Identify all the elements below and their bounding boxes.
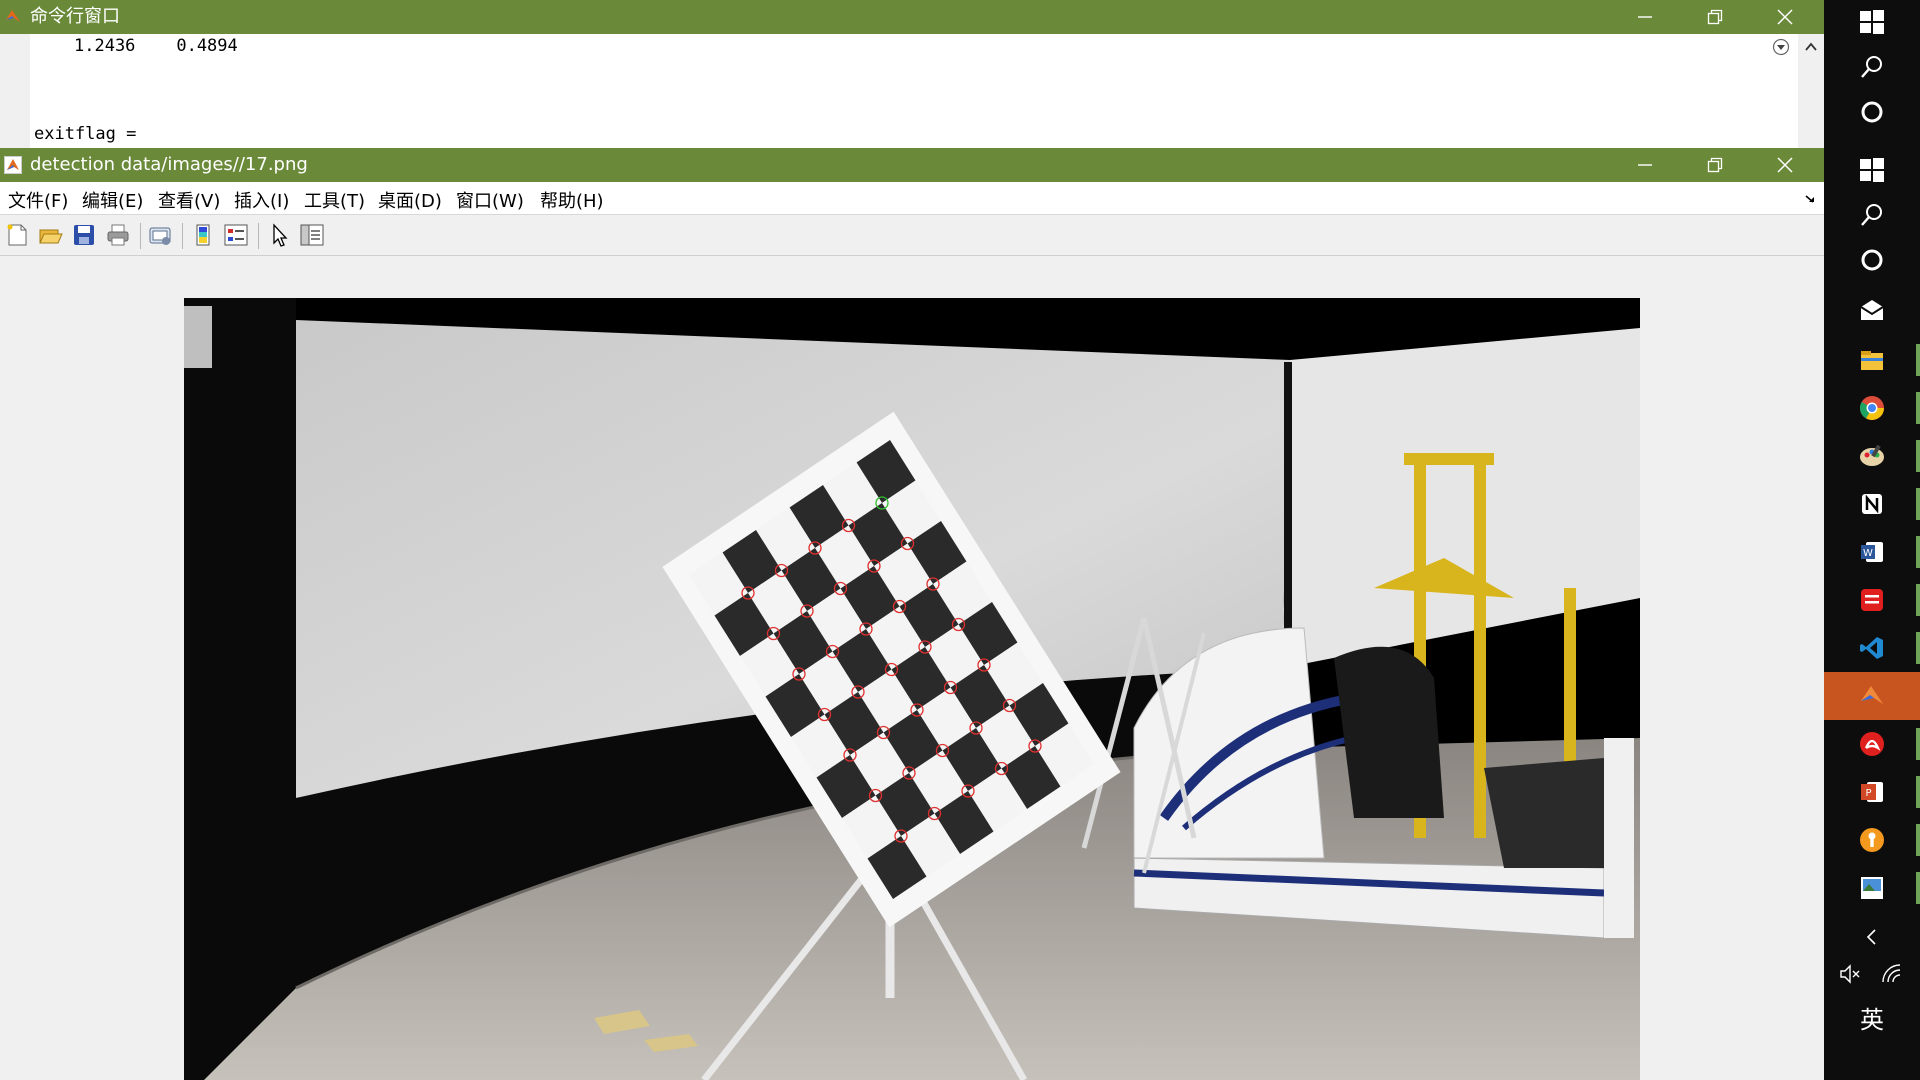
- image-viewer-icon[interactable]: [1858, 874, 1886, 902]
- chrome-icon[interactable]: [1858, 394, 1886, 422]
- powerpoint-icon[interactable]: P: [1858, 778, 1886, 806]
- menu-desktop[interactable]: 桌面(D): [378, 187, 442, 213]
- save-icon: [74, 225, 94, 245]
- command-window: 命令行窗口 1.2436 0.4894 exitflag =: [0, 0, 1824, 148]
- running-indicator: [1916, 776, 1920, 808]
- windows-taskbar: W P 英: [1824, 0, 1920, 1080]
- minimize-button[interactable]: [1610, 0, 1680, 34]
- wifi-icon[interactable]: [1880, 962, 1904, 986]
- output-line-exitflag: exitflag =: [34, 124, 137, 144]
- running-indicator: [1916, 488, 1920, 520]
- property-inspector-icon: [300, 224, 324, 246]
- search-icon[interactable]: [1858, 53, 1886, 81]
- toolbar-separator: [182, 223, 183, 249]
- figure-window-title: detection data/images//17.png: [30, 154, 308, 175]
- svg-text:P: P: [1865, 788, 1871, 799]
- command-window-titlebar[interactable]: 命令行窗口: [0, 0, 1824, 34]
- new-figure-button[interactable]: [4, 222, 30, 248]
- toolbar-separator: [140, 223, 141, 249]
- search-icon-secondary[interactable]: [1858, 201, 1886, 229]
- matlab-task-icon[interactable]: [1858, 682, 1886, 710]
- dock-arrow-icon[interactable]: [1804, 194, 1816, 204]
- cortana-icon[interactable]: [1858, 98, 1886, 126]
- command-output[interactable]: 1.2436 0.4894 exitflag =: [30, 34, 1798, 148]
- close-button[interactable]: [1750, 0, 1820, 34]
- matlab-icon: [6, 10, 20, 22]
- password-manager-icon[interactable]: [1858, 826, 1886, 854]
- windows-start-icon[interactable]: [1858, 8, 1886, 36]
- scroll-up-icon[interactable]: [1805, 42, 1817, 52]
- edit-plot-button[interactable]: [266, 222, 292, 248]
- figure-icon: [4, 156, 22, 174]
- open-icon: [39, 229, 63, 244]
- colorbar-button[interactable]: [190, 222, 216, 248]
- checkerboard-scene: [184, 298, 1640, 1080]
- toolbar-separator: [258, 223, 259, 249]
- close-icon: [1777, 157, 1793, 173]
- displayed-image[interactable]: [184, 298, 1640, 1080]
- close-icon: [1777, 9, 1793, 25]
- running-indicator: [1916, 728, 1920, 760]
- paint-icon[interactable]: [1858, 442, 1886, 470]
- restore-icon: [1707, 9, 1723, 25]
- word-icon[interactable]: W: [1858, 538, 1886, 566]
- command-window-gutter: [0, 34, 30, 148]
- close-button[interactable]: [1750, 148, 1820, 182]
- show-hidden-icons-chevron-icon[interactable]: [1864, 928, 1880, 946]
- windows-start-icon-secondary[interactable]: [1858, 156, 1886, 184]
- print-icon: [107, 224, 129, 246]
- running-indicator: [1916, 536, 1920, 568]
- restore-icon: [1707, 157, 1723, 173]
- figure-menubar: 文件(F) 编辑(E) 查看(V) 插入(I) 工具(T) 桌面(D) 窗口(W…: [0, 182, 1824, 215]
- running-indicator: [1916, 632, 1920, 664]
- running-indicator: [1916, 440, 1920, 472]
- command-window-actions-icon[interactable]: [1772, 38, 1790, 56]
- open-file-button[interactable]: [37, 222, 63, 248]
- minimize-icon: [1638, 164, 1652, 166]
- menu-file[interactable]: 文件(F): [8, 187, 68, 213]
- running-indicator: [1916, 344, 1920, 376]
- running-indicator: [1916, 584, 1920, 616]
- save-button[interactable]: [71, 222, 97, 248]
- command-window-scrollbar[interactable]: [1798, 34, 1824, 148]
- print-button[interactable]: [105, 222, 131, 248]
- youdao-dictionary-icon[interactable]: [1858, 586, 1886, 614]
- new-figure-icon: [7, 224, 27, 246]
- running-indicator: [1916, 872, 1920, 904]
- mail-icon[interactable]: [1858, 296, 1886, 324]
- pdf-reader-icon[interactable]: [1858, 730, 1886, 758]
- link-plot-icon: [149, 227, 171, 245]
- output-line-values: 1.2436 0.4894: [74, 36, 238, 56]
- cortana-icon-secondary[interactable]: [1858, 246, 1886, 274]
- vscode-icon[interactable]: [1858, 634, 1886, 662]
- file-explorer-icon[interactable]: [1858, 346, 1886, 374]
- running-indicator: [1916, 824, 1920, 856]
- svg-text:W: W: [1863, 548, 1873, 559]
- menu-view[interactable]: 查看(V): [158, 187, 220, 213]
- menu-window[interactable]: 窗口(W): [456, 187, 524, 213]
- running-indicator: [1916, 392, 1920, 424]
- notion-icon[interactable]: [1858, 490, 1886, 518]
- legend-button[interactable]: [223, 222, 249, 248]
- colorbar-icon: [196, 224, 210, 246]
- property-inspector-button[interactable]: [299, 222, 325, 248]
- command-window-title: 命令行窗口: [30, 6, 120, 27]
- legend-icon: [224, 224, 248, 246]
- figure-toolbar: [0, 215, 1824, 256]
- input-method-indicator[interactable]: 英: [1824, 1000, 1920, 1035]
- volume-muted-icon[interactable]: [1838, 962, 1862, 986]
- figure-window-titlebar[interactable]: detection data/images//17.png: [0, 148, 1824, 182]
- menu-help[interactable]: 帮助(H): [540, 187, 604, 213]
- menu-tools[interactable]: 工具(T): [304, 187, 365, 213]
- menu-insert[interactable]: 插入(I): [234, 187, 289, 213]
- edit-plot-arrow-icon: [273, 223, 288, 247]
- restore-button[interactable]: [1680, 0, 1750, 34]
- minimize-icon: [1638, 16, 1652, 18]
- link-plot-button[interactable]: [147, 222, 173, 248]
- restore-button[interactable]: [1680, 148, 1750, 182]
- minimize-button[interactable]: [1610, 148, 1680, 182]
- menu-edit[interactable]: 编辑(E): [82, 187, 143, 213]
